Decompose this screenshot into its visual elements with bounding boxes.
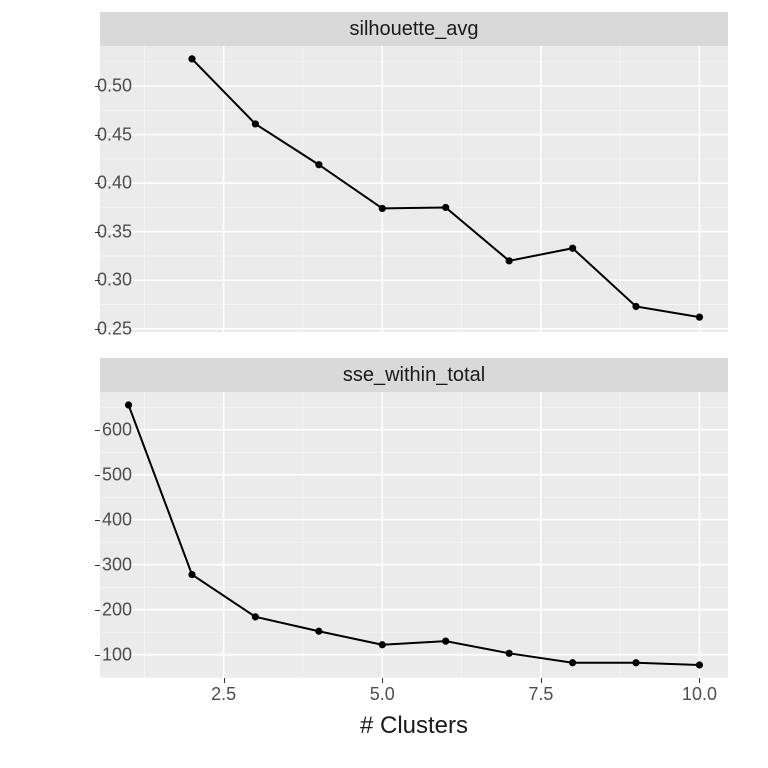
y-tick-label: 0.45 bbox=[97, 124, 132, 145]
x-tick-mark bbox=[224, 678, 225, 683]
y-tick-label: 0.40 bbox=[97, 173, 132, 194]
plot-area bbox=[100, 46, 728, 332]
x-axis-title: # Clusters bbox=[100, 712, 728, 740]
data-point bbox=[379, 205, 386, 212]
y-tick-mark bbox=[95, 232, 100, 233]
x-tick-label: 2.5 bbox=[211, 684, 236, 705]
y-tick-mark bbox=[95, 86, 100, 87]
data-point bbox=[252, 613, 259, 620]
data-point bbox=[632, 659, 639, 666]
x-tick-label: 5.0 bbox=[370, 684, 395, 705]
facet-panel-0: silhouette_avg bbox=[100, 12, 728, 332]
y-tick-mark bbox=[95, 610, 100, 611]
x-tick-label: 10.0 bbox=[682, 684, 717, 705]
y-tick-label: 600 bbox=[102, 419, 132, 440]
x-tick-mark bbox=[382, 678, 383, 683]
data-point bbox=[315, 628, 322, 635]
y-tick-mark bbox=[95, 565, 100, 566]
data-point bbox=[696, 661, 703, 668]
data-point bbox=[188, 571, 195, 578]
data-point bbox=[506, 650, 513, 657]
data-point bbox=[569, 659, 576, 666]
data-line bbox=[192, 59, 699, 317]
data-point bbox=[252, 120, 259, 127]
facet-strip: sse_within_total bbox=[100, 358, 728, 393]
x-tick-label: 7.5 bbox=[528, 684, 553, 705]
data-point bbox=[442, 204, 449, 211]
y-tick-mark bbox=[95, 183, 100, 184]
y-tick-label: 0.30 bbox=[97, 270, 132, 291]
data-point bbox=[696, 314, 703, 321]
x-tick-mark bbox=[699, 678, 700, 683]
data-point bbox=[569, 245, 576, 252]
data-point bbox=[125, 401, 132, 408]
y-tick-mark bbox=[95, 520, 100, 521]
y-tick-label: 100 bbox=[102, 644, 132, 665]
data-point bbox=[315, 161, 322, 168]
y-tick-label: 0.35 bbox=[97, 221, 132, 242]
y-tick-mark bbox=[95, 280, 100, 281]
data-point bbox=[632, 303, 639, 310]
y-tick-mark bbox=[95, 329, 100, 330]
facet-panel-1: sse_within_total bbox=[100, 358, 728, 678]
y-tick-label: 400 bbox=[102, 509, 132, 530]
data-line bbox=[129, 405, 700, 665]
data-point bbox=[506, 257, 513, 264]
y-tick-label: 0.25 bbox=[97, 318, 132, 339]
y-tick-label: 200 bbox=[102, 599, 132, 620]
data-point bbox=[442, 638, 449, 645]
y-tick-label: 0.50 bbox=[97, 76, 132, 97]
data-point bbox=[188, 55, 195, 62]
y-tick-label: 300 bbox=[102, 554, 132, 575]
y-tick-mark bbox=[95, 430, 100, 431]
plot-area bbox=[100, 392, 728, 678]
y-tick-mark bbox=[95, 475, 100, 476]
y-tick-label: 500 bbox=[102, 464, 132, 485]
y-tick-mark bbox=[95, 655, 100, 656]
data-point bbox=[379, 641, 386, 648]
facet-strip: silhouette_avg bbox=[100, 12, 728, 47]
x-tick-mark bbox=[541, 678, 542, 683]
y-tick-mark bbox=[95, 135, 100, 136]
